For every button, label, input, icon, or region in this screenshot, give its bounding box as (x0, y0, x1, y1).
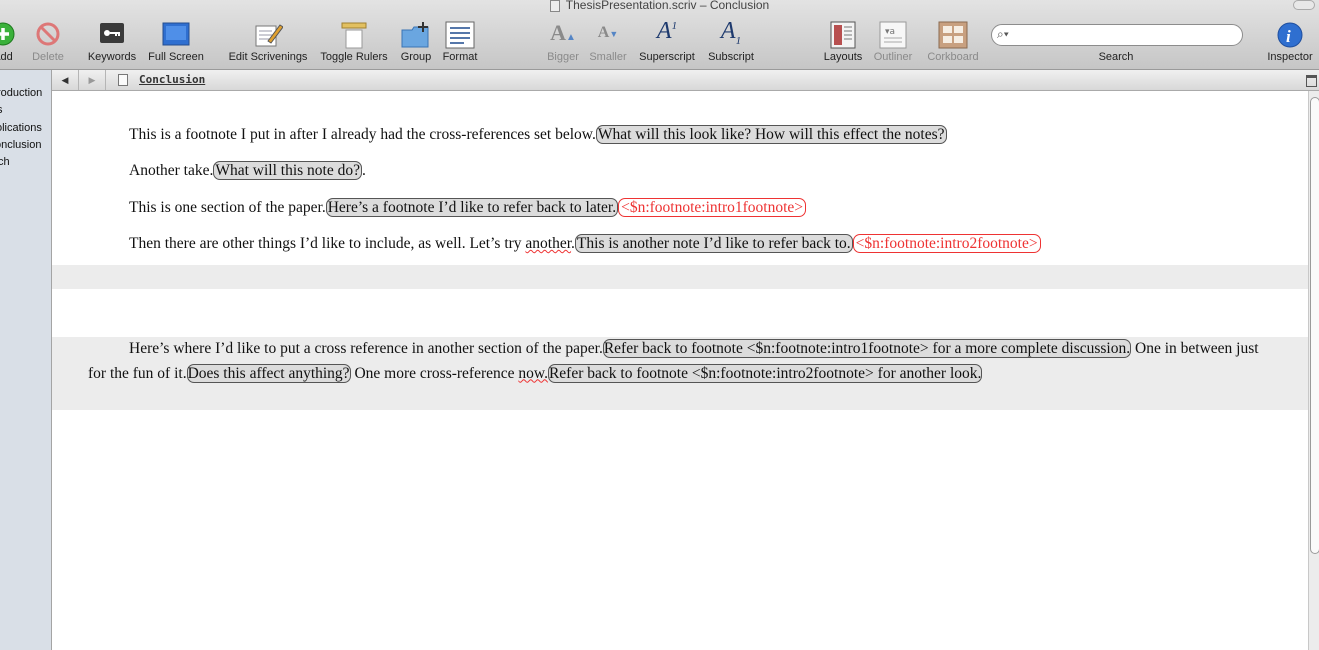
delete-icon (36, 22, 60, 46)
full-screen-icon (162, 22, 190, 46)
binder-item[interactable]: onclusion (0, 137, 51, 154)
scrollbar-thumb[interactable] (1310, 97, 1319, 554)
back-button[interactable]: ◀ (52, 70, 79, 90)
add-icon (0, 22, 15, 46)
binder-sidebar: roduction s olications onclusion ch (0, 70, 52, 650)
format-icon (445, 21, 475, 49)
paragraph: Another take. What will this note do?. (129, 161, 366, 180)
inline-footnote[interactable]: Here’s a footnote I’d like to refer back… (325, 198, 619, 217)
window-title: ThesisPresentation.scriv – Conclusion (0, 0, 1319, 12)
vertical-scrollbar[interactable] (1308, 91, 1319, 650)
document-icon (549, 0, 560, 12)
misspelled-word[interactable]: now. (518, 365, 548, 382)
paragraph: Then there are other things I’d like to … (129, 234, 1041, 253)
document-icon (118, 74, 128, 86)
search-icon: ⌕▾ (997, 27, 1009, 41)
binder-item[interactable]: s (0, 102, 51, 119)
toolbar-toggle-button[interactable] (1293, 0, 1315, 10)
outliner-button[interactable]: ▾a Outliner (870, 18, 916, 66)
search-label: Search (1098, 51, 1134, 63)
paragraph: This is a footnote I put in after I alre… (129, 125, 947, 144)
edit-scrivenings-icon (255, 24, 283, 47)
outliner-icon: ▾a (879, 21, 907, 49)
superscript-icon: A1 (656, 18, 678, 44)
keywords-icon (100, 23, 124, 43)
editor-text-area[interactable]: This is a footnote I put in after I alre… (52, 91, 1308, 650)
bigger-font-icon: A▲ (550, 20, 576, 45)
document-divider-band (52, 265, 1308, 289)
footnote-reference-tag[interactable]: <$n:footnote:intro2footnote> (852, 234, 1041, 253)
layouts-icon (830, 21, 856, 49)
corkboard-icon (938, 21, 968, 49)
forward-button[interactable]: ▶ (79, 70, 106, 90)
ruler-icon (341, 22, 367, 49)
binder-item[interactable]: olications (0, 120, 51, 137)
inline-footnote[interactable]: What will this look like? How will this … (595, 125, 947, 144)
conclusion-paragraph: Here’s where I’d like to put a cross ref… (88, 339, 1259, 383)
delete-button[interactable]: Delete (30, 18, 66, 66)
add-button[interactable]: Add (0, 18, 20, 66)
inline-footnote[interactable]: Does this affect anything? (186, 363, 351, 383)
inline-footnote[interactable]: This is another note I’d like to refer b… (574, 234, 853, 253)
svg-text:▾a: ▾a (885, 27, 895, 37)
group-button[interactable]: Group (398, 18, 434, 66)
folder-add-icon (401, 22, 429, 48)
info-icon: i (1277, 22, 1303, 48)
smaller-font-icon: A▼ (597, 24, 619, 41)
subscript-icon: A1 (720, 18, 742, 47)
editor-header-bar: ◀ ▶ Conclusion (52, 70, 1319, 91)
paragraph: This is one section of the paper. Here’s … (129, 198, 807, 217)
corkboard-button[interactable]: Corkboard (922, 18, 984, 66)
subscript-button[interactable]: A1 Subscript (704, 18, 758, 66)
inline-footnote[interactable]: Refer back to footnote <$n:footnote:intr… (602, 339, 1132, 358)
inline-footnote[interactable]: Refer back to footnote <$n:footnote:intr… (547, 363, 983, 383)
keywords-button[interactable]: Keywords (85, 18, 139, 66)
toolbar: ThesisPresentation.scriv – Conclusion Ad… (0, 0, 1319, 70)
binder-item[interactable]: roduction (0, 85, 51, 102)
edit-scrivenings-button[interactable]: Edit Scrivenings (226, 18, 310, 66)
binder-item[interactable]: ch (0, 154, 51, 171)
inline-footnote[interactable]: What will this note do? (213, 161, 362, 180)
inspector-button[interactable]: i Inspector (1262, 18, 1318, 66)
footnote-reference-tag[interactable]: <$n:footnote:intro1footnote> (618, 198, 807, 217)
layouts-button[interactable]: Layouts (820, 18, 866, 66)
full-screen-button[interactable]: Full Screen (146, 18, 206, 66)
svg-text:i: i (1286, 27, 1291, 46)
bigger-button[interactable]: A▲ Bigger (544, 18, 582, 66)
toggle-rulers-button[interactable]: Toggle Rulers (317, 18, 391, 66)
split-editor-icon[interactable] (1306, 75, 1317, 87)
format-button[interactable]: Format (440, 18, 480, 66)
misspelled-word[interactable]: another (525, 235, 571, 252)
superscript-button[interactable]: A1 Superscript (636, 18, 698, 66)
document-title[interactable]: Conclusion (139, 73, 205, 86)
smaller-button[interactable]: A▼ Smaller (586, 18, 630, 66)
